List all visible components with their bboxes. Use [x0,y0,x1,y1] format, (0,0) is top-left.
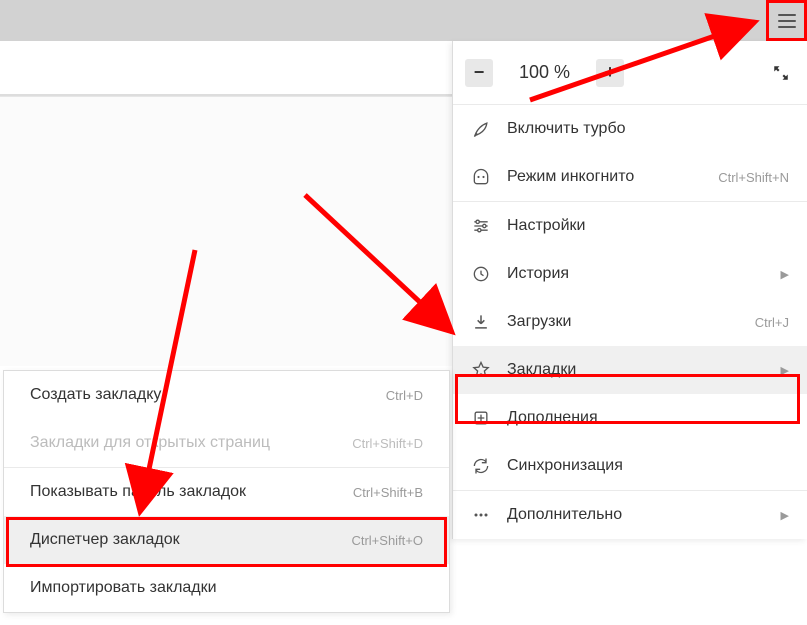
submenu-label: Диспетчер закладок [30,531,339,549]
fullscreen-icon [772,64,790,82]
submenu-shortcut: Ctrl+D [386,388,423,403]
submenu-item-bookmark-open-tabs[interactable]: Закладки для открытых страниц Ctrl+Shift… [4,419,449,467]
download-icon [471,312,491,332]
menu-label: Загрузки [507,313,739,331]
chevron-right-icon: ▶ [781,268,789,281]
submenu-label: Закладки для открытых страниц [30,434,340,452]
menu-item-bookmarks[interactable]: Закладки ▶ [453,346,807,394]
main-menu-button[interactable] [766,0,807,41]
submenu-shortcut: Ctrl+Shift+D [352,436,423,451]
submenu-label: Показывать панель закладок [30,483,341,501]
zoom-row: − 100 % + [453,41,807,105]
submenu-shortcut: Ctrl+Shift+B [353,485,423,500]
menu-item-incognito[interactable]: Режим инкогнито Ctrl+Shift+N [453,153,807,201]
menu-shortcut: Ctrl+Shift+N [718,170,789,185]
hamburger-icon [778,14,796,28]
menu-item-turbo[interactable]: Включить турбо [453,105,807,153]
menu-shortcut: Ctrl+J [755,315,789,330]
zoom-value: 100 % [519,62,570,83]
menu-item-addons[interactable]: Дополнения [453,394,807,442]
menu-label: Режим инкогнито [507,168,702,186]
zoom-out-button[interactable]: − [465,59,493,87]
star-icon [471,360,491,380]
fullscreen-button[interactable] [767,59,795,87]
menu-label: Дополнения [507,409,789,427]
bookmarks-submenu: Создать закладку Ctrl+D Закладки для отк… [3,370,450,613]
chevron-right-icon: ▶ [781,364,789,377]
submenu-shortcut: Ctrl+Shift+O [351,533,423,548]
menu-item-downloads[interactable]: Загрузки Ctrl+J [453,298,807,346]
menu-label: Настройки [507,217,789,235]
addons-icon [471,408,491,428]
clock-icon [471,264,491,284]
submenu-label: Создать закладку [30,386,374,404]
sync-icon [471,456,491,476]
main-menu: − 100 % + Включить турбо Режим инкогнито… [452,41,807,539]
submenu-item-show-bookmarks-bar[interactable]: Показывать панель закладок Ctrl+Shift+B [4,468,449,516]
dots-icon [471,505,491,525]
menu-item-sync[interactable]: Синхронизация [453,442,807,490]
zoom-in-button[interactable]: + [596,59,624,87]
incognito-icon [471,167,491,187]
page-tab-area [0,41,452,96]
sliders-icon [471,216,491,236]
window-titlebar [0,0,807,41]
menu-label: Включить турбо [507,120,789,138]
chevron-right-icon: ▶ [781,509,789,522]
menu-item-settings[interactable]: Настройки [453,202,807,250]
rocket-icon [471,119,491,139]
submenu-item-import-bookmarks[interactable]: Импортировать закладки [4,564,449,612]
submenu-item-bookmark-manager[interactable]: Диспетчер закладок Ctrl+Shift+O [4,516,449,564]
submenu-label: Импортировать закладки [30,579,423,597]
submenu-item-create-bookmark[interactable]: Создать закладку Ctrl+D [4,371,449,419]
menu-item-history[interactable]: История ▶ [453,250,807,298]
menu-label: Синхронизация [507,457,789,475]
menu-label: Закладки [507,361,759,379]
menu-label: Дополнительно [507,506,759,524]
menu-item-more[interactable]: Дополнительно ▶ [453,491,807,539]
menu-label: История [507,265,759,283]
page-content-placeholder [0,96,452,366]
